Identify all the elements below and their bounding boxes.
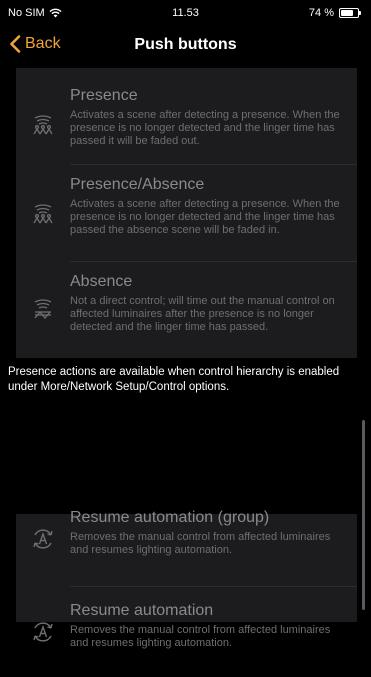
page-title: Push buttons bbox=[134, 36, 237, 53]
list-item-presence-absence: Presence/Absence Activates a scene after… bbox=[16, 165, 357, 261]
item-title: Absence bbox=[70, 273, 133, 290]
resume-automation-icon bbox=[33, 622, 53, 642]
navigation-bar: Back Push buttons bbox=[0, 24, 371, 68]
item-description: Activates a scene after detecting a pres… bbox=[70, 198, 340, 236]
battery-percent: 74 % bbox=[308, 7, 334, 19]
item-description: Removes the manual control from affected… bbox=[70, 624, 331, 649]
status-bar: No SIM 11.53 74 % bbox=[0, 0, 371, 24]
battery-icon bbox=[339, 8, 361, 18]
item-description: Removes the manual control from affected… bbox=[70, 531, 331, 556]
scrollbar[interactable] bbox=[362, 420, 365, 610]
status-right: 74 % bbox=[308, 7, 361, 19]
list-item-resume-automation: Resume automation Removes the manual con… bbox=[16, 587, 357, 677]
list-item-resume-automation-group: Resume automation (group) Removes the ma… bbox=[16, 494, 357, 586]
item-title: Resume automation bbox=[70, 602, 214, 619]
absence-icon bbox=[34, 299, 52, 320]
item-title: Presence bbox=[70, 87, 138, 104]
item-title: Presence/Absence bbox=[70, 176, 205, 193]
item-description: Not a direct control; will time out the … bbox=[70, 295, 335, 333]
list-item-presence: Presence Activates a scene after detecti… bbox=[16, 86, 357, 164]
presence-icon bbox=[33, 115, 53, 135]
list-item-absence: Absence Not a direct control; will time … bbox=[16, 262, 357, 358]
presence-notice: Presence actions are available when cont… bbox=[0, 358, 371, 414]
presence-icon bbox=[33, 204, 53, 224]
item-title: Resume automation (group) bbox=[70, 509, 270, 526]
item-description: Activates a scene after detecting a pres… bbox=[70, 109, 340, 147]
resume-automation-icon bbox=[33, 529, 53, 549]
options-list: Presence Activates a scene after detecti… bbox=[16, 68, 357, 649]
